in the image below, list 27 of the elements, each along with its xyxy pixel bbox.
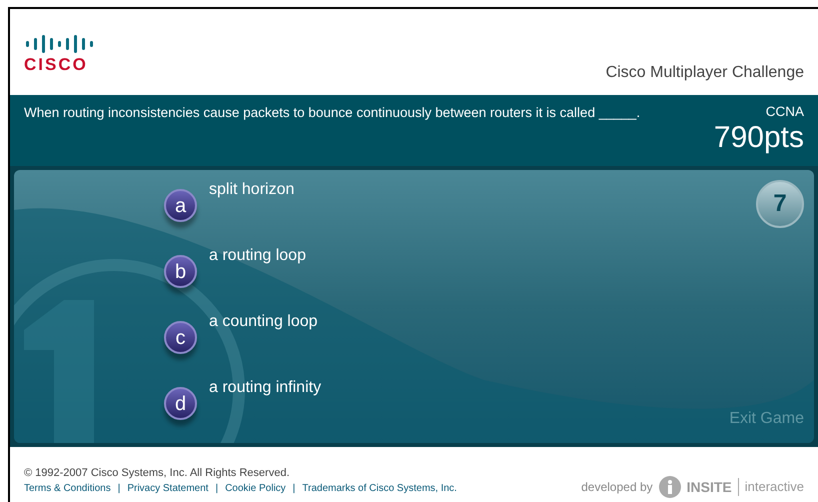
link-separator: | [292,482,296,496]
footer-link[interactable]: Privacy Statement [127,481,208,496]
answer-option[interactable]: split horizon [209,180,294,200]
logo-text: CISCO [24,56,88,73]
footer-link[interactable]: Cookie Policy [225,481,286,496]
score-text: 790pts [714,121,804,155]
developed-by-text: developed by [581,479,653,496]
answer-letter-button[interactable]: d [164,387,197,420]
brand-name: INSITE [686,478,732,496]
timer-number: 7 [773,189,787,219]
info-icon [658,476,681,498]
answer-option[interactable]: a routing loop [209,246,306,266]
answer-letter-button[interactable]: b [164,255,197,288]
link-separator: | [215,482,218,496]
footer-link[interactable]: Terms & Conditions [24,481,111,496]
category-label: CCNA [766,103,804,121]
link-separator: | [118,482,120,496]
footer-link[interactable]: Trademarks of Cisco Systems, Inc. [302,481,457,496]
answer-option[interactable]: a routing infinity [209,378,322,398]
question-text: When routing inconsistencies cause packets to bounce continuously between routers it is called _____. [24,104,642,122]
copyright-text: © 1992-2007 Cisco Systems, Inc. All Rights Reserved. [24,466,290,481]
answer-letter-button[interactable]: c [164,321,197,354]
answer-option[interactable]: a counting loop [209,312,318,332]
brand-suffix: interactive [744,478,804,496]
answer-letter-button[interactable]: a [164,189,197,222]
app-title: Cisco Multiplayer Challenge [606,63,804,83]
logo-bars-icon [24,34,96,54]
